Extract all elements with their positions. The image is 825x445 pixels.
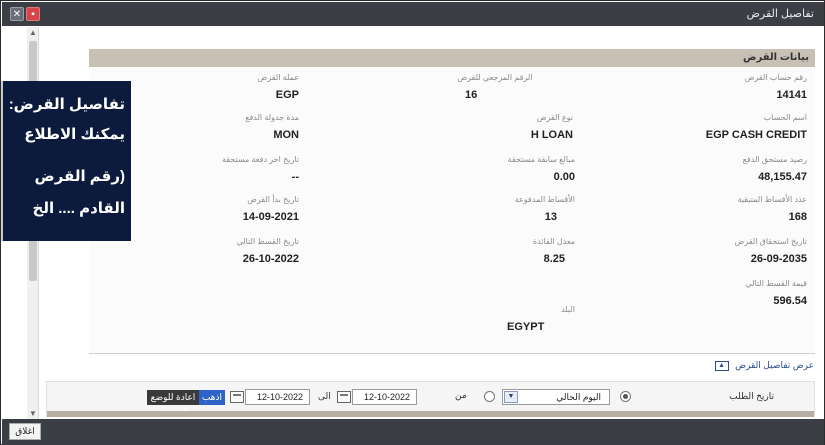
field-label: تاريخ استحقاق القرض xyxy=(734,237,807,246)
field-value: 48,155.47 xyxy=(758,171,807,183)
chevron-down-icon[interactable]: ▼ xyxy=(504,391,518,403)
field-value: 26-09-2035 xyxy=(750,253,807,265)
field-interest-rate: معدل الفائدة 8.25 xyxy=(507,237,575,265)
footer-bar: اغلاق xyxy=(2,419,824,445)
search-panel: تاريخ الطلب اليوم الحالي ▼ من 12-10-2022… xyxy=(46,381,815,417)
field-paid-installments: الأقساط المدفوعة 13 xyxy=(499,195,575,223)
field-prepaid-amount: مبالغ سابقة مستحقة 0.00 xyxy=(485,155,575,183)
field-maturity-date: تاريخ استحقاق القرض 26-09-2035 xyxy=(735,237,807,265)
field-value: 14-09-2021 xyxy=(242,211,299,223)
field-label: نوع القرض xyxy=(536,113,573,122)
field-label: رقم حساب القرض xyxy=(744,73,807,82)
to-date-field[interactable]: 12-10-2022 xyxy=(245,389,310,405)
field-label: الرقم المرجعي للقرض xyxy=(457,73,533,82)
field-label: مدة جدولة الدفع xyxy=(245,113,299,122)
field-loan-type: نوع القرض H LOAN xyxy=(493,113,573,141)
field-ref-no: الرقم المرجعي للقرض 16 xyxy=(435,73,555,101)
to-date-value: 12-10-2022 xyxy=(256,392,303,402)
field-value: 26-10-2022 xyxy=(242,253,299,265)
field-value: EGYPT xyxy=(507,321,545,333)
calendar-icon[interactable] xyxy=(337,391,351,403)
loan-data-panel: رقم حساب القرض 14141 الرقم المرجعي للقرض… xyxy=(89,67,815,354)
toggle-loan-details[interactable]: عرض تفاصيل القرض ▲ xyxy=(714,360,814,371)
callout-line-1: تفاصيل القرض: xyxy=(8,96,125,113)
field-value: EGP CASH CREDIT xyxy=(705,129,807,141)
table-header-strip xyxy=(47,411,814,417)
field-label: تاريخ القسط التالي xyxy=(236,237,299,246)
field-label: الأقساط المدفوعة xyxy=(514,195,575,204)
section-header: بيانات القرض xyxy=(89,49,815,67)
from-date-value: 12-10-2022 xyxy=(363,392,410,402)
field-value: 596.54 xyxy=(773,295,807,307)
reset-button[interactable]: اعادة للوضع السابق xyxy=(147,390,199,417)
field-value: 0.00 xyxy=(553,171,575,183)
field-value: 8.25 xyxy=(543,253,565,265)
field-value: 13 xyxy=(544,211,557,223)
field-next-installment-date: تاريخ القسط التالي 26-10-2022 xyxy=(219,237,299,265)
field-next-installment-amount: قيمة القسط التالي 596.54 xyxy=(745,279,807,307)
field-value: EGP xyxy=(275,89,299,101)
field-value: H LOAN xyxy=(530,129,573,141)
field-label: تاريخ اخر دفعة مستحقة xyxy=(221,155,299,164)
field-label: قيمة القسط التالي xyxy=(745,279,807,288)
scroll-up-icon[interactable]: ▲ xyxy=(27,27,39,39)
field-value: MON xyxy=(273,129,299,141)
window-title: تفاصيل القرض xyxy=(746,8,814,20)
field-value: -- xyxy=(291,171,299,183)
field-label: تاريخ بدأ القرض xyxy=(247,195,299,204)
request-date-label: تاريخ الطلب xyxy=(729,391,774,401)
callout-line-4: القادم .... الخ xyxy=(32,200,125,217)
field-account-name: اسم الحساب EGP CASH CREDIT xyxy=(706,113,807,141)
callout-line-2: يمكنك الاطلاع xyxy=(24,126,125,143)
field-label: البلد xyxy=(561,305,575,314)
field-value: 168 xyxy=(788,211,807,223)
close-button[interactable]: اغلاق xyxy=(9,423,41,440)
close-window-icon[interactable]: ✕ xyxy=(10,7,24,21)
from-label: من xyxy=(455,390,467,400)
from-date-field[interactable]: 12-10-2022 xyxy=(352,389,417,405)
toggle-label: عرض تفاصيل القرض xyxy=(735,360,814,370)
field-account-no: رقم حساب القرض 14141 xyxy=(745,73,807,101)
field-value: 14141 xyxy=(776,89,807,101)
callout-line-3: (رقم القرض xyxy=(34,168,125,185)
field-label: عدد الأقساط المتبقية xyxy=(737,195,807,204)
period-select[interactable]: اليوم الحالي ▼ xyxy=(502,389,610,405)
collapse-up-icon[interactable]: ▲ xyxy=(714,360,729,371)
minimize-window-icon[interactable]: ▪ xyxy=(26,7,40,21)
radio-date-range[interactable] xyxy=(484,391,495,402)
field-currency: عملة القرض EGP xyxy=(219,73,299,101)
field-value: 16 xyxy=(465,89,478,101)
period-selected-value: اليوم الحالي xyxy=(556,392,601,402)
field-outstanding: رصيد مستحق الدفع 48,155.47 xyxy=(743,155,807,183)
title-bar: ✕ ▪ تفاصيل القرض xyxy=(2,2,824,26)
radio-current-day[interactable] xyxy=(620,391,631,402)
field-label: رصيد مستحق الدفع xyxy=(742,155,807,164)
callout-overlay: تفاصيل القرض: يمكنك الاطلاع (رقم القرض ا… xyxy=(1,81,131,241)
to-label: الى xyxy=(318,391,331,401)
loan-details-window: ✕ ▪ تفاصيل القرض ▲ ▼ بيانات القرض رقم حس… xyxy=(0,0,825,445)
field-remaining-installments: عدد الأقساط المتبقية 168 xyxy=(738,195,807,223)
field-label: معدل الفائدة xyxy=(532,237,575,246)
field-label: عملة القرض xyxy=(257,73,299,82)
field-schedule-period: مدة جدولة الدفع MON xyxy=(219,113,299,141)
field-start-date: تاريخ بدأ القرض 14-09-2021 xyxy=(219,195,299,223)
field-last-payment-date: تاريخ اخر دفعة مستحقة -- xyxy=(207,155,299,183)
calendar-icon[interactable] xyxy=(230,391,244,403)
go-button[interactable]: اذهب xyxy=(199,390,225,405)
field-country: البلد EGYPT xyxy=(499,305,575,333)
field-label: مبالغ سابقة مستحقة xyxy=(507,155,575,164)
section-header-label: بيانات القرض xyxy=(743,52,809,63)
field-label: اسم الحساب xyxy=(763,113,807,122)
